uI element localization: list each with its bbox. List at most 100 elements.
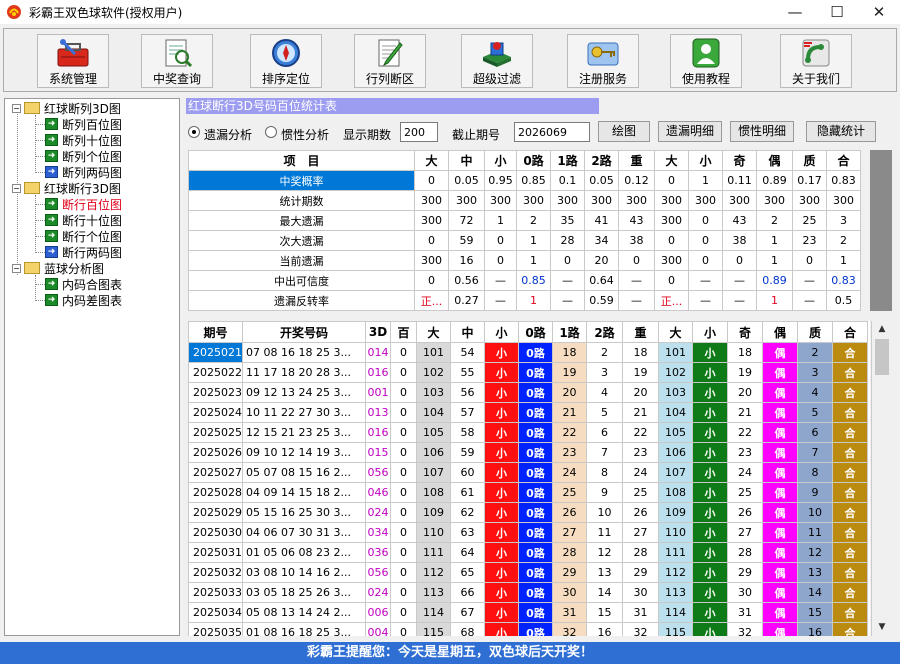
chart-page-icon: ➜ xyxy=(45,278,58,290)
close-button[interactable]: ✕ xyxy=(858,0,900,24)
data-cell: 小 xyxy=(692,522,728,543)
stat-column-header: 1路 xyxy=(550,150,585,171)
vertical-scrollbar[interactable]: ▲ ▼ xyxy=(871,321,892,636)
stat-row[interactable]: 次大遗漏 0 59 0 1 28 34 38 0 0 38 1 23 2 xyxy=(188,230,861,251)
data-cell: 0 xyxy=(390,442,417,463)
data-cell: 小 xyxy=(484,602,519,623)
stat-row[interactable]: 遗漏反转率 正... 0.27—1—0.59— 正... — —1—0.5 xyxy=(188,290,861,311)
missing-detail-button[interactable]: 遗漏明细 xyxy=(658,121,722,142)
display-count-input[interactable] xyxy=(400,122,438,142)
draw-row[interactable]: 2025029 05 15 16 25 30 3... 024 0 109 62 小 0路 26… xyxy=(188,502,868,523)
data-cell: 2025026 xyxy=(188,442,243,463)
inertia-detail-button[interactable]: 惯性明细 xyxy=(730,121,794,142)
draw-row[interactable]: 2025033 03 05 18 25 26 3... 024 0 113 66 小 0路 30… xyxy=(188,582,868,603)
stat-row[interactable]: 当前遗漏 300 16 0 1 0 20 0 300 0 0 1 0 1 xyxy=(188,250,861,271)
data-cell: 小 xyxy=(484,382,519,403)
missing-analysis-label[interactable]: 遗漏分析 xyxy=(204,126,252,143)
stat-cell: 23 xyxy=(792,230,827,251)
tree-item-inner-diff[interactable]: ➜ 内码差图表 xyxy=(45,292,122,308)
scroll-down-icon[interactable]: ▼ xyxy=(872,619,892,636)
hide-stats-button[interactable]: 隐藏统计 xyxy=(806,121,876,142)
missing-analysis-radio[interactable] xyxy=(188,126,200,138)
data-cell: 偶 xyxy=(762,622,798,636)
draw-data-table: 期号 开奖号码 3D 百大中小 0路 1路 2路重大小奇偶质合 2025021 07 08 1… xyxy=(188,321,868,636)
tree-item-column-units[interactable]: ➜ 断列个位图 xyxy=(45,148,122,164)
data-cell: 8 xyxy=(586,462,623,483)
collapse-toggle-icon[interactable]: − xyxy=(12,183,21,193)
draw-row[interactable]: 2025032 03 08 10 14 16 2... 056 0 112 65 小 0路 29… xyxy=(188,562,868,583)
draw-row[interactable]: 2025035 01 08 16 18 25 3... 004 0 115 68 小 0路 32… xyxy=(188,622,868,636)
data-cell: 54 xyxy=(450,342,485,363)
draw-row[interactable]: 2025022 11 17 18 20 28 3... 016 0 102 55 小 0路 19… xyxy=(188,362,868,383)
stat-row[interactable]: 中奖概率 0 0.05 0.95 0.85 0.1 0.05 0.12 0 1 0.11 0.89 0.… xyxy=(188,170,861,191)
system-management-button[interactable]: 系统管理 xyxy=(37,34,109,88)
data-cell: 小 xyxy=(484,522,519,543)
stat-cell: 300 xyxy=(756,190,793,211)
tree-item-column-hundreds[interactable]: ➜ 断列百位图 xyxy=(45,116,122,132)
stat-cell: 0 xyxy=(414,270,449,291)
inertia-analysis-radio[interactable] xyxy=(265,126,277,138)
tree-group-red-row-3d[interactable]: − 红球断行3D图 xyxy=(12,180,121,196)
about-us-button[interactable]: 关于我们 xyxy=(780,34,852,88)
collapse-toggle-icon[interactable]: − xyxy=(12,263,21,273)
tree-item-column-tens[interactable]: ➜ 断列十位图 xyxy=(45,132,122,148)
draw-row[interactable]: 2025021 07 08 16 18 25 3... 014 0 101 54 小 0路 18… xyxy=(188,342,868,363)
data-cell: 小 xyxy=(692,562,728,583)
inertia-analysis-label[interactable]: 惯性分析 xyxy=(281,126,329,143)
maximize-button[interactable]: ☐ xyxy=(816,0,858,24)
sort-locate-button[interactable]: 排序定位 xyxy=(250,34,322,88)
scroll-up-icon[interactable]: ▲ xyxy=(872,321,892,338)
stat-row[interactable]: 中出可信度 0 0.56—0.85—0.64—0— —0.89—0.83 xyxy=(188,270,861,291)
tree-item-column-two-code[interactable]: ➜ 断列两码图 xyxy=(45,164,122,180)
data-cell: 036 xyxy=(365,542,391,563)
tree-item-row-units[interactable]: ➜ 断行个位图 xyxy=(45,228,122,244)
scroll-thumb[interactable] xyxy=(875,339,889,375)
register-service-button[interactable]: 注册服务 xyxy=(567,34,639,88)
stat-cell: 0.85 xyxy=(516,170,551,191)
draw-row[interactable]: 2025028 04 09 14 15 18 2... 046 0 108 61 小 0路 25… xyxy=(188,482,868,503)
minimize-button[interactable]: — xyxy=(774,0,816,24)
stat-cell: 300 xyxy=(654,210,689,231)
row-col-break-button[interactable]: 行列断区 xyxy=(354,34,426,88)
draw-row[interactable]: 2025024 10 11 22 27 30 3... 013 0 104 57 小 0路 21… xyxy=(188,402,868,423)
stat-cell: 300 xyxy=(414,210,449,231)
data-cell: 20 xyxy=(552,382,587,403)
end-period-input[interactable] xyxy=(514,122,590,142)
stat-row[interactable]: 最大遗漏 300 72 1 2 35 41 43 300 0 43 2 25 3 xyxy=(188,210,861,231)
draw-button[interactable]: 绘图 xyxy=(598,121,650,142)
data-cell: 05 08 13 14 24 2... xyxy=(242,602,366,623)
data-cell: 32 xyxy=(622,622,659,636)
stat-cell: 1 xyxy=(516,250,551,271)
tree-item-row-hundreds[interactable]: ➜ 断行百位图 xyxy=(45,196,122,212)
stat-cell: 0.89 xyxy=(756,170,793,191)
prize-query-button[interactable]: 中奖查询 xyxy=(141,34,213,88)
draw-row[interactable]: 2025030 04 06 07 30 31 3... 034 0 110 63 小 0路 27… xyxy=(188,522,868,543)
super-filter-button[interactable]: 超级过滤 xyxy=(461,34,533,88)
draw-row[interactable]: 2025023 09 12 13 24 25 3... 001 0 103 56 小 0路 20… xyxy=(188,382,868,403)
data-cell: 4 xyxy=(586,382,623,403)
stat-cell: 0.85 xyxy=(516,270,551,291)
draw-row[interactable]: 2025034 05 08 13 14 24 2... 006 0 114 67 小 0路 31… xyxy=(188,602,868,623)
draw-row[interactable]: 2025025 12 15 21 23 25 3... 016 0 105 58 小 0路 22… xyxy=(188,422,868,443)
draw-row[interactable]: 2025026 09 10 12 14 19 3... 015 0 106 59 小 0路 23… xyxy=(188,442,868,463)
tree-item-row-tens[interactable]: ➜ 断行十位图 xyxy=(45,212,122,228)
collapse-toggle-icon[interactable]: − xyxy=(12,103,21,113)
stat-column-header: 质 xyxy=(792,150,827,171)
draw-row[interactable]: 2025027 05 07 08 15 16 2... 056 0 107 60 小 0路 24… xyxy=(188,462,868,483)
stat-row[interactable]: 统计期数 300 300 300 300 300 300 300 300 300 300 300 300… xyxy=(188,190,861,211)
data-cell: 0 xyxy=(390,562,417,583)
tutorial-button[interactable]: 使用教程 xyxy=(670,34,742,88)
data-column-header: 小 xyxy=(692,321,728,343)
tree-group-blue-analysis[interactable]: − 蓝球分析图 xyxy=(12,260,104,276)
tree-group-red-column-3d[interactable]: − 红球断列3D图 xyxy=(12,100,121,116)
data-cell: 合 xyxy=(832,382,868,403)
draw-row[interactable]: 2025031 01 05 06 08 23 2... 036 0 111 64 小 0路 28… xyxy=(188,542,868,563)
stat-column-header: 中 xyxy=(448,150,485,171)
data-cell: 14 xyxy=(586,582,623,603)
toolbar-label: 排序定位 xyxy=(261,72,310,86)
tree-item-inner-sum[interactable]: ➜ 内码合图表 xyxy=(45,276,122,292)
phone-icon xyxy=(798,37,834,69)
stat-cell: — xyxy=(688,290,723,311)
tree-item-row-two-code[interactable]: ➜ 断行两码图 xyxy=(45,244,122,260)
data-cell: 58 xyxy=(450,422,485,443)
